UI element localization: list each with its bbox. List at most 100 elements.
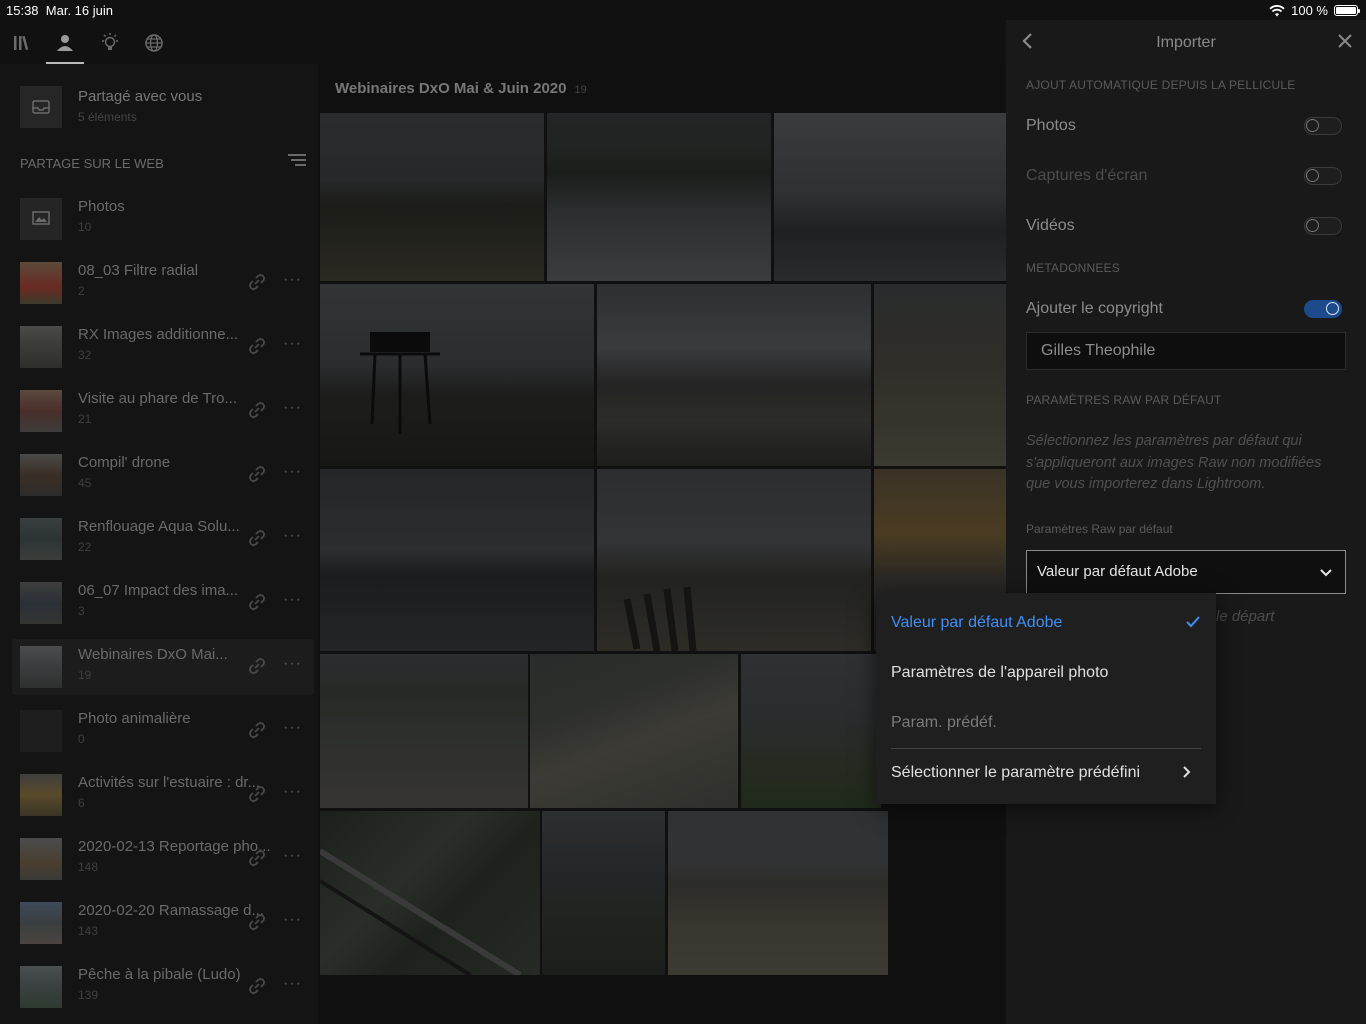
photo-thumbnail[interactable]	[320, 469, 594, 651]
more-options-icon[interactable]: ···	[283, 271, 302, 289]
album-count: 148	[78, 860, 99, 874]
album-item[interactable]: Webinaires DxO Mai... 19 ···	[12, 639, 314, 695]
album-thumbnail	[20, 902, 62, 944]
link-icon[interactable]	[248, 913, 266, 936]
album-item[interactable]: 2020-02-20 Ramassage d... 143 ···	[12, 895, 314, 951]
more-options-icon[interactable]: ···	[283, 655, 302, 673]
library-tab-icon[interactable]	[8, 28, 38, 58]
more-options-icon[interactable]: ···	[283, 719, 302, 737]
album-item[interactable]: 06_07 Impact des ima... 3 ···	[12, 575, 314, 631]
option-preset[interactable]: Param. prédéf.	[891, 714, 1201, 732]
more-options-icon[interactable]: ···	[283, 783, 302, 801]
album-name: Photo animalière	[78, 710, 191, 727]
photo-thumbnail[interactable]	[320, 113, 544, 281]
album-thumbnail	[20, 838, 62, 880]
photos-toggle[interactable]	[1304, 117, 1342, 135]
more-options-icon[interactable]: ···	[283, 975, 302, 993]
raw-defaults-dropdown: Valeur par défaut Adobe Paramètres de l'…	[876, 593, 1216, 804]
link-icon[interactable]	[248, 401, 266, 424]
chevron-right-icon	[1182, 765, 1191, 784]
more-options-icon[interactable]: ···	[283, 399, 302, 417]
album-item[interactable]: Compil' drone 45 ···	[12, 447, 314, 503]
option-camera-settings[interactable]: Paramètres de l'appareil photo	[891, 664, 1201, 682]
photo-thumbnail[interactable]	[320, 284, 594, 466]
album-item[interactable]: 08_03 Filtre radial 2 ···	[12, 255, 314, 311]
photos-toggle-label: Photos	[1026, 117, 1076, 134]
link-icon[interactable]	[248, 465, 266, 488]
shared-with-you-item[interactable]: Partagé avec vous 5 éléments	[20, 84, 310, 134]
photo-thumbnail[interactable]	[547, 113, 771, 281]
album-item[interactable]: Photo animalière 0 ···	[12, 703, 314, 759]
photo-thumbnail[interactable]	[542, 811, 665, 975]
photo-thumbnail[interactable]	[874, 284, 1006, 466]
album-name: RX Images additionne...	[78, 326, 239, 343]
more-options-icon[interactable]: ···	[283, 335, 302, 353]
link-icon[interactable]	[248, 785, 266, 808]
album-item[interactable]: Renflouage Aqua Solu... 22 ···	[12, 511, 314, 567]
more-options-icon[interactable]: ···	[283, 847, 302, 865]
screenshots-toggle[interactable]	[1304, 167, 1342, 185]
checkmark-icon	[1185, 615, 1201, 634]
option-select-preset[interactable]: Sélectionner le paramètre prédéfini	[891, 764, 1201, 782]
album-name: Visite au phare de Tro...	[78, 390, 237, 407]
album-name: 2020-02-20 Ramassage d...	[78, 902, 264, 919]
close-icon[interactable]	[1338, 34, 1352, 53]
photo-thumbnail[interactable]	[774, 113, 1006, 281]
option-adobe-default[interactable]: Valeur par défaut Adobe	[891, 614, 1201, 632]
album-name: Photos	[78, 198, 125, 215]
link-icon[interactable]	[248, 273, 266, 296]
album-count: 10	[78, 220, 92, 234]
photo-thumbnail[interactable]	[741, 654, 881, 808]
metadata-header: METADONNEES	[1026, 261, 1120, 275]
screenshots-toggle-label: Captures d'écran	[1026, 167, 1148, 184]
link-icon[interactable]	[248, 593, 266, 616]
copyright-toggle-label: Ajouter le copyright	[1026, 300, 1163, 317]
more-options-icon[interactable]: ···	[283, 527, 302, 545]
photo-thumbnail[interactable]	[597, 284, 871, 466]
album-name: Renflouage Aqua Solu...	[78, 518, 240, 535]
photo-thumbnail[interactable]	[320, 654, 528, 808]
photo-thumbnail[interactable]	[597, 469, 871, 651]
album-count: 2	[78, 284, 85, 298]
photo-thumbnail[interactable]	[668, 811, 888, 975]
album-item[interactable]: RX Images additionne... 32 ···	[12, 319, 314, 375]
copyright-field[interactable]: Gilles Theophile	[1026, 332, 1346, 370]
chevron-down-icon	[1319, 565, 1333, 582]
shared-title: Partagé avec vous	[78, 88, 203, 105]
videos-toggle[interactable]	[1304, 217, 1342, 235]
link-icon[interactable]	[248, 721, 266, 744]
web-sharing-header: PARTAGE SUR LE WEB	[20, 153, 306, 171]
album-name: Pêche à la pibale (Ludo)	[78, 966, 241, 983]
more-options-icon[interactable]: ···	[283, 591, 302, 609]
link-icon[interactable]	[248, 529, 266, 552]
people-tab-icon[interactable]	[46, 28, 84, 64]
battery-percent: 100 %	[1291, 3, 1328, 18]
more-options-icon[interactable]: ···	[283, 911, 302, 929]
copyright-toggle[interactable]	[1304, 300, 1342, 318]
photo-thumbnail[interactable]	[530, 654, 738, 808]
link-icon[interactable]	[248, 977, 266, 1000]
status-time: 15:38 Mar. 16 juin	[6, 3, 113, 18]
discover-tab-icon[interactable]	[139, 28, 169, 58]
raw-defaults-select[interactable]: Valeur par défaut Adobe	[1026, 550, 1346, 594]
raw-description: Sélectionnez les paramètres par défaut q…	[1026, 433, 1322, 492]
album-item[interactable]: Activités sur l'estuaire : dr... 6 ···	[12, 767, 314, 823]
album-count: 21	[78, 412, 92, 426]
album-item[interactable]: Pêche à la pibale (Ludo) 139 ···	[12, 959, 314, 1015]
album-count: 22	[78, 540, 92, 554]
inbox-icon	[20, 86, 62, 128]
album-item[interactable]: Visite au phare de Tro... 21 ···	[12, 383, 314, 439]
album-thumbnail	[20, 710, 62, 752]
link-icon[interactable]	[248, 849, 266, 872]
link-icon[interactable]	[248, 657, 266, 680]
learn-tab-icon[interactable]	[95, 28, 125, 58]
album-name: 08_03 Filtre radial	[78, 262, 199, 279]
link-icon[interactable]	[248, 337, 266, 360]
album-item[interactable]: Photos 10	[12, 191, 314, 247]
more-options-icon[interactable]: ···	[283, 463, 302, 481]
photo-thumbnail[interactable]	[320, 811, 540, 975]
photos-album-icon	[20, 198, 62, 240]
album-item[interactable]: 2020-02-13 Reportage pho... 148 ···	[12, 831, 314, 887]
album-count: 3	[78, 604, 85, 618]
sort-icon[interactable]	[288, 153, 306, 170]
